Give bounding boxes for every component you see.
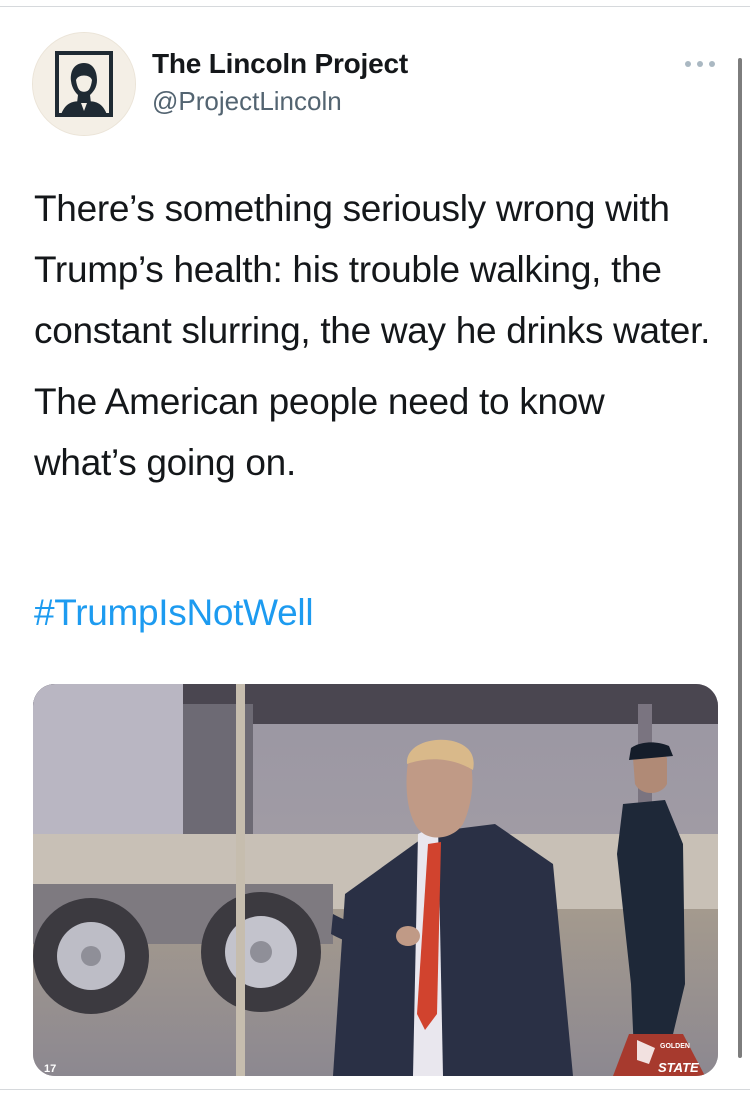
hashtag-link[interactable]: #TrumpIsNotWell	[34, 582, 314, 643]
tweet-paragraph: There’s something seriously wrong with T…	[34, 188, 711, 351]
more-options-icon[interactable]	[682, 52, 722, 76]
media-watermark-small: GOLDEN	[660, 1043, 690, 1050]
bottom-divider	[0, 1089, 750, 1090]
scrollbar[interactable]	[738, 58, 742, 1058]
top-divider	[0, 6, 750, 7]
account-handle[interactable]: @ProjectLincoln	[152, 86, 342, 117]
media-corner-text: 17	[44, 1063, 57, 1075]
tweet-paragraph: The American people need to know what’s …	[34, 381, 605, 483]
tweet-media-video[interactable]	[33, 684, 718, 1076]
media-watermark: STATE	[658, 1060, 699, 1075]
tweet-text: There’s something seriously wrong with T…	[34, 178, 714, 493]
lincoln-portrait-icon	[33, 33, 135, 135]
profile-avatar[interactable]	[32, 32, 136, 136]
display-name[interactable]: The Lincoln Project	[152, 48, 408, 80]
video-still-image	[33, 684, 718, 1076]
